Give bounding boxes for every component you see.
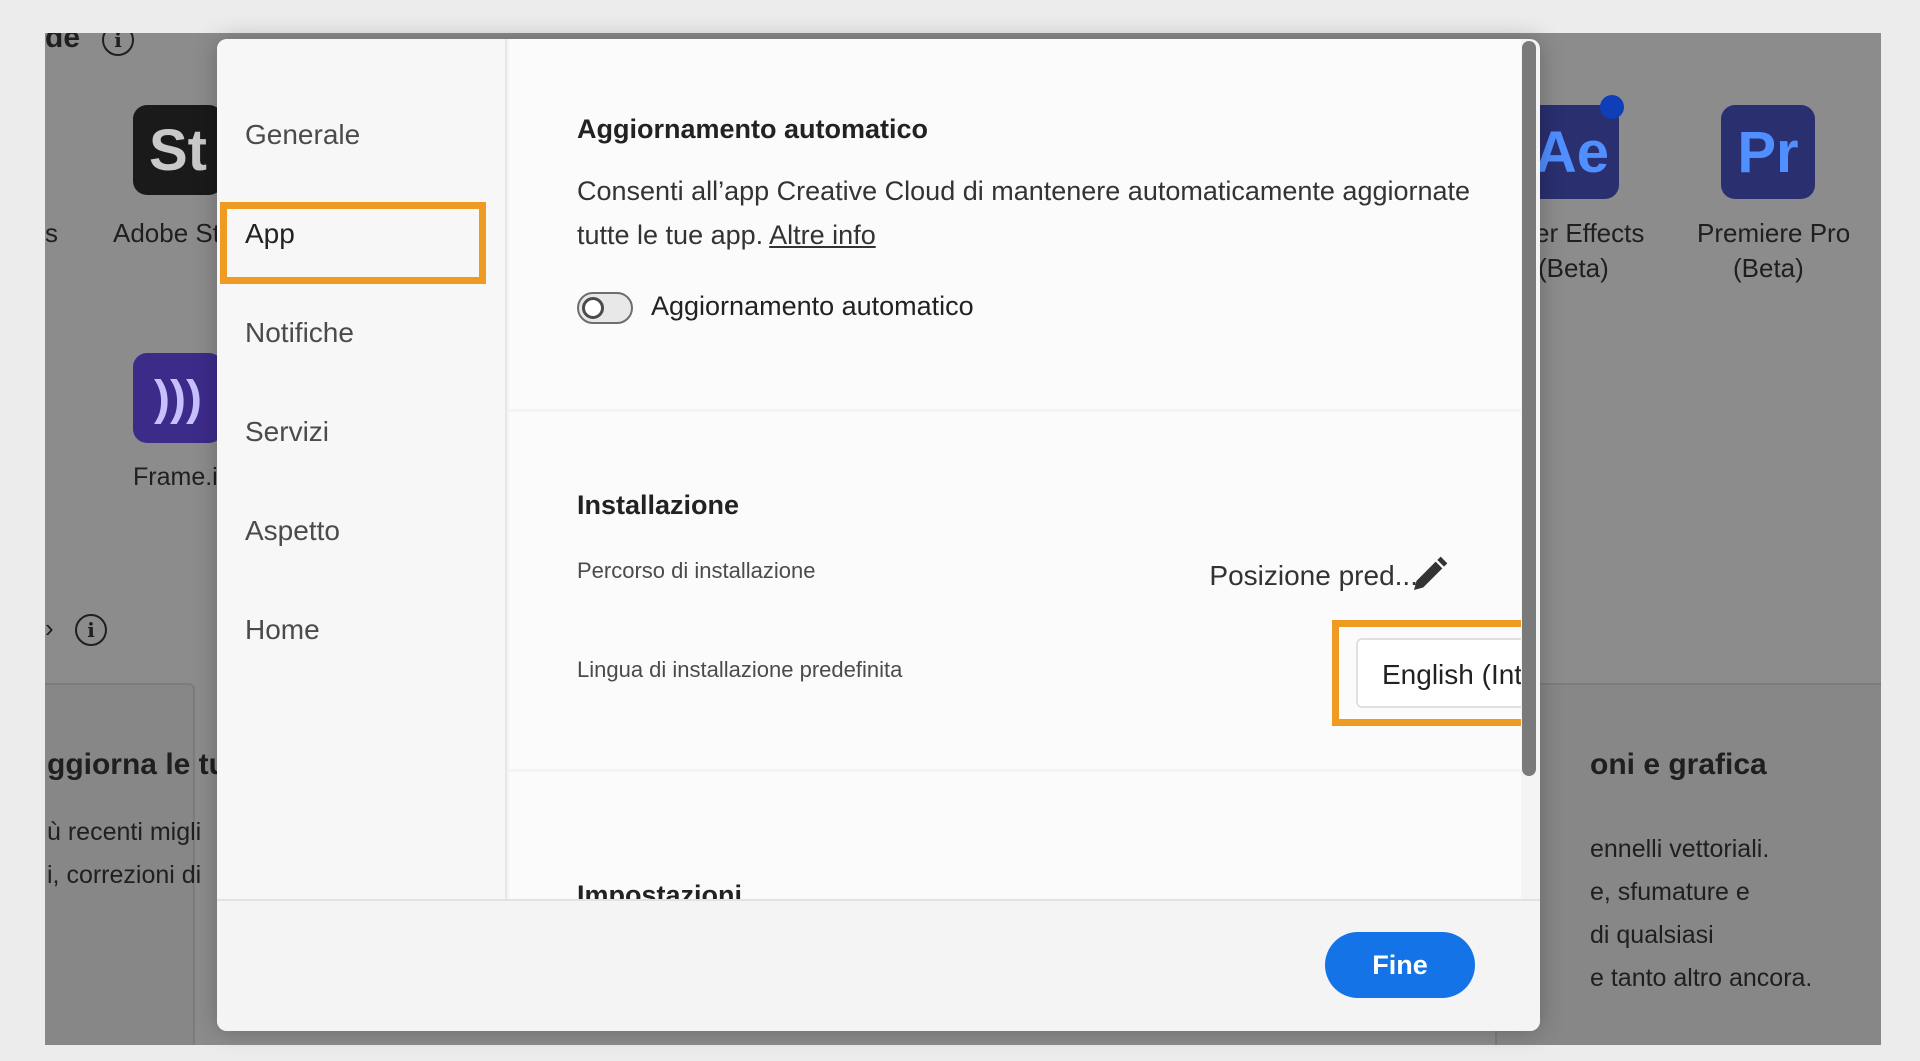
install-language-dropdown[interactable]: English (International) (1356, 638, 1521, 708)
bg-app-label-frame: Frame.i (133, 463, 218, 491)
auto-update-toggle[interactable] (577, 292, 633, 324)
bg-partial-label: s (45, 218, 58, 248)
settings-title: Impostazioni (577, 880, 743, 899)
preferences-sidebar: Generale App Notifiche Servizi Aspetto H… (217, 39, 507, 899)
bg-app-sublabel-pr: (Beta) (1733, 253, 1804, 283)
auto-update-toggle-label: Aggiornamento automatico (651, 291, 974, 321)
install-path-label: Percorso di installazione (577, 558, 816, 583)
info-icon: i (75, 614, 107, 646)
sidebar-item-generale[interactable]: Generale (245, 119, 360, 151)
edit-pencil-icon[interactable] (1409, 555, 1449, 595)
bg-left-card-line: ù recenti migli (47, 818, 202, 846)
bg-right-card-line: ennelli vettoriali. (1590, 835, 1770, 863)
bg-top-left-text: de (45, 33, 81, 54)
settings-section: Impostazioni (509, 772, 1521, 899)
bg-app-icon-pr: Pr (1721, 105, 1815, 199)
install-path-value: Posizione pred... (1209, 560, 1418, 591)
bg-right-card-title: oni e grafica (1590, 748, 1767, 781)
installation-title: Installazione (577, 490, 740, 520)
bg-right-card: oni e grafica ennelli vettoriali. e, sfu… (1495, 683, 1881, 1045)
bg-section-marker: › (45, 613, 54, 643)
info-icon: i (102, 33, 134, 56)
auto-update-title: Aggiornamento automatico (577, 114, 929, 144)
bg-app-label-st: Adobe St (113, 218, 220, 248)
waveform-icon: ))) (154, 371, 202, 425)
bg-right-card-line: e, sfumature e (1590, 878, 1750, 906)
install-language-value: English (International) (1382, 659, 1521, 690)
bg-left-card-title: ggiorna le tu (47, 748, 227, 781)
bg-left-card: ggiorna le tu ù recenti migli i, correzi… (45, 683, 227, 1045)
content-scrollbar[interactable] (1522, 41, 1536, 776)
sidebar-item-home[interactable]: Home (245, 614, 320, 646)
sidebar-item-notifiche[interactable]: Notifiche (245, 317, 354, 349)
bg-right-card-line: e tanto altro ancora. (1590, 964, 1813, 992)
sidebar-item-aspetto[interactable]: Aspetto (245, 515, 340, 547)
bg-right-card-line: di qualsiasi (1590, 921, 1714, 949)
bg-app-sublabel-ae: (Beta) (1538, 253, 1609, 283)
selected-item-highlight (220, 202, 486, 284)
bg-left-card-line: i, correzioni di (47, 861, 202, 889)
bg-app-label-ae: er Effects (1535, 218, 1645, 248)
bg-app-icon-st: St (133, 105, 223, 195)
learn-more-link[interactable]: Altre info (769, 220, 876, 250)
bg-app-icon-frame: ))) (133, 353, 223, 443)
preferences-dialog: Generale App Notifiche Servizi Aspetto H… (217, 39, 1540, 1031)
bg-app-label-pr: Premiere Pro (1697, 218, 1851, 248)
sidebar-item-servizi[interactable]: Servizi (245, 416, 329, 448)
install-language-label: Lingua di installazione predefinita (577, 657, 903, 682)
auto-update-section: Aggiornamento automatico Consenti all’ap… (509, 39, 1521, 409)
preferences-content: Aggiornamento automatico Consenti all’ap… (509, 39, 1521, 899)
auto-update-description: Consenti all’app Creative Cloud di mante… (577, 176, 1471, 250)
notification-dot (1600, 95, 1624, 119)
done-button[interactable]: Fine (1325, 932, 1475, 998)
